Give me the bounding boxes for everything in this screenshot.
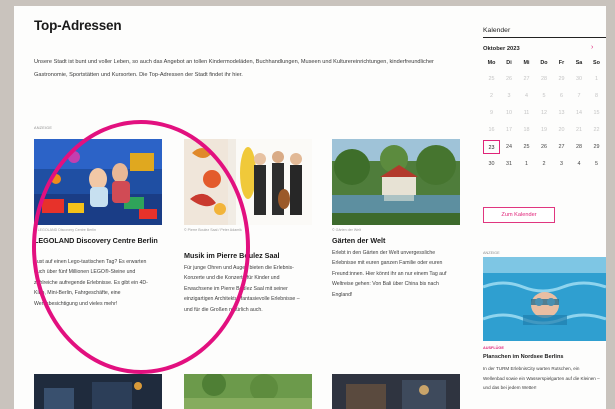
calendar-day[interactable]: 1	[518, 157, 535, 171]
calendar-day[interactable]: 26	[501, 72, 518, 86]
card-credit: © Gärten der Welt	[332, 228, 361, 232]
calendar-day[interactable]: 2	[483, 89, 500, 103]
calendar-day[interactable]: 12	[536, 106, 553, 120]
weekday: Mi	[523, 60, 530, 66]
card-gaerten-der-welt[interactable]: © Gärten der Welt Gärten der Welt Erlebt…	[332, 139, 460, 369]
calendar-day[interactable]: 30	[571, 72, 588, 86]
card-image[interactable]	[184, 139, 312, 225]
calendar-day[interactable]: 13	[553, 106, 570, 120]
calendar-button[interactable]: Zum Kalender	[483, 207, 555, 223]
calendar-day[interactable]: 28	[536, 72, 553, 86]
calendar-day[interactable]: 16	[483, 123, 500, 137]
calendar-day-today[interactable]: 23	[483, 140, 500, 154]
card-text: Für junge Ohren und Augen bieten die Erl…	[184, 265, 300, 313]
card-legoland[interactable]: © LEGOLAND Discovery Centre Berlin LEGOL…	[34, 139, 162, 369]
calendar-day[interactable]: 27	[518, 72, 535, 86]
card-image[interactable]	[332, 139, 460, 225]
intro-text: Unsere Stadt ist bunt und voller Leben, …	[34, 59, 434, 78]
card-image[interactable]	[184, 372, 312, 409]
calendar-day[interactable]: 17	[501, 123, 518, 137]
calendar-day[interactable]: 5	[588, 157, 605, 171]
calendar-month: Oktober 2023	[483, 46, 520, 52]
calendar-day[interactable]: 20	[553, 123, 570, 137]
weekday: Mo	[487, 60, 496, 66]
sidebar: Kalender Oktober 2023 › Mo Di Mi Do Fr S…	[483, 6, 606, 409]
calendar-day[interactable]: 8	[588, 89, 605, 103]
ad-label: Anzeige	[34, 126, 53, 130]
pool-photo	[483, 257, 606, 341]
calendar-day[interactable]: 31	[501, 157, 518, 171]
sidebar-teaser-text: In der TURM ErlebnisCity warten Rutschen…	[483, 366, 600, 391]
calendar-day[interactable]: 21	[571, 123, 588, 137]
garden-photo	[332, 139, 460, 225]
calendar-day[interactable]: 4	[571, 157, 588, 171]
calendar-day[interactable]: 18	[518, 123, 535, 137]
calendar-day[interactable]: 25	[483, 72, 500, 86]
calendar-week: 9 10 11 12 13 14 15	[483, 106, 606, 122]
calendar-day[interactable]: 1	[588, 72, 605, 86]
calendar-day[interactable]: 22	[588, 123, 605, 137]
weekday: Fr	[558, 60, 565, 66]
calendar-heading: Kalender	[483, 27, 511, 34]
card-title[interactable]: LEGOLAND Discovery Centre Berlin	[34, 236, 160, 246]
calendar-day[interactable]: 19	[536, 123, 553, 137]
calendar-day[interactable]: 26	[536, 140, 553, 154]
calendar-day[interactable]: 28	[571, 140, 588, 154]
card-image[interactable]	[34, 374, 162, 409]
calendar-day[interactable]: 29	[553, 72, 570, 86]
calendar-day[interactable]: 14	[571, 106, 588, 120]
card-image[interactable]	[332, 374, 460, 409]
calendar-week: 2 3 4 5 6 7 8	[483, 89, 606, 105]
calendar-week: 16 17 18 19 20 21 22	[483, 123, 606, 139]
weekday: Di	[506, 60, 512, 66]
calendar-day[interactable]: 2	[536, 157, 553, 171]
card-next-2[interactable]	[184, 372, 312, 409]
legoland-photo	[34, 139, 162, 225]
sidebar-teaser-title[interactable]: Planschen im Nordsee Berlins	[483, 354, 606, 360]
weekday: Do	[540, 60, 548, 66]
main-column: Top-Adressen Unsere Stadt ist bunt und v…	[32, 6, 462, 409]
calendar-day[interactable]: 27	[553, 140, 570, 154]
calendar-day[interactable]: 25	[518, 140, 535, 154]
card-credit: © Pierre Boulez Saal / Peter Adamik	[184, 228, 242, 232]
card-pierre-boulez-saal[interactable]: © Pierre Boulez Saal / Peter Adamik Musi…	[184, 139, 312, 369]
card-next-3[interactable]	[332, 374, 460, 409]
card-text: Erlebt in den Gärten der Welt unvergessl…	[332, 250, 447, 298]
card-title[interactable]: Gärten der Welt	[332, 236, 458, 246]
sidebar-teaser[interactable]: Ausflüge Planschen im Nordsee Berlins In…	[483, 257, 606, 409]
calendar-day[interactable]: 9	[483, 106, 500, 120]
card-credit: © LEGOLAND Discovery Centre Berlin	[34, 228, 96, 232]
calendar-week: 23 24 25 26 27 28 29	[483, 140, 606, 156]
calendar-day[interactable]: 3	[501, 89, 518, 103]
card-next-1[interactable]	[34, 374, 162, 409]
card-title[interactable]: Musik im Pierre Boulez Saal	[184, 251, 310, 261]
sidebar-teaser-image[interactable]	[483, 257, 606, 341]
content-page: Top-Adressen Unsere Stadt ist bunt und v…	[14, 6, 606, 409]
calendar-day[interactable]: 29	[588, 140, 605, 154]
sidebar-ad-label: Anzeige	[483, 251, 500, 255]
calendar-week: 30 31 1 2 3 4 5	[483, 157, 606, 173]
calendar-day[interactable]: 30	[483, 157, 500, 171]
arrow-right-icon[interactable]: ›	[591, 44, 593, 51]
calendar-day[interactable]: 11	[518, 106, 535, 120]
calendar-day[interactable]: 4	[518, 89, 535, 103]
calendar-day[interactable]: 7	[571, 89, 588, 103]
calendar-day[interactable]: 24	[501, 140, 518, 154]
concert-photo	[184, 139, 312, 225]
calendar-week: 25 26 27 28 29 30 1	[483, 72, 606, 88]
weekday: Sa	[575, 60, 583, 66]
calendar-day[interactable]: 10	[501, 106, 518, 120]
card-image[interactable]	[34, 139, 162, 225]
sidebar-teaser-tag: Ausflüge	[483, 346, 504, 350]
calendar-divider	[483, 37, 606, 38]
calendar-day[interactable]: 5	[536, 89, 553, 103]
card-text: Lust auf einen Lego-tastischen Tag? Es e…	[34, 259, 148, 307]
weekday: So	[593, 60, 600, 66]
calendar-day[interactable]: 6	[553, 89, 570, 103]
calendar-day[interactable]: 15	[588, 106, 605, 120]
page-title: Top-Adressen	[34, 18, 122, 33]
calendar-day[interactable]: 3	[553, 157, 570, 171]
